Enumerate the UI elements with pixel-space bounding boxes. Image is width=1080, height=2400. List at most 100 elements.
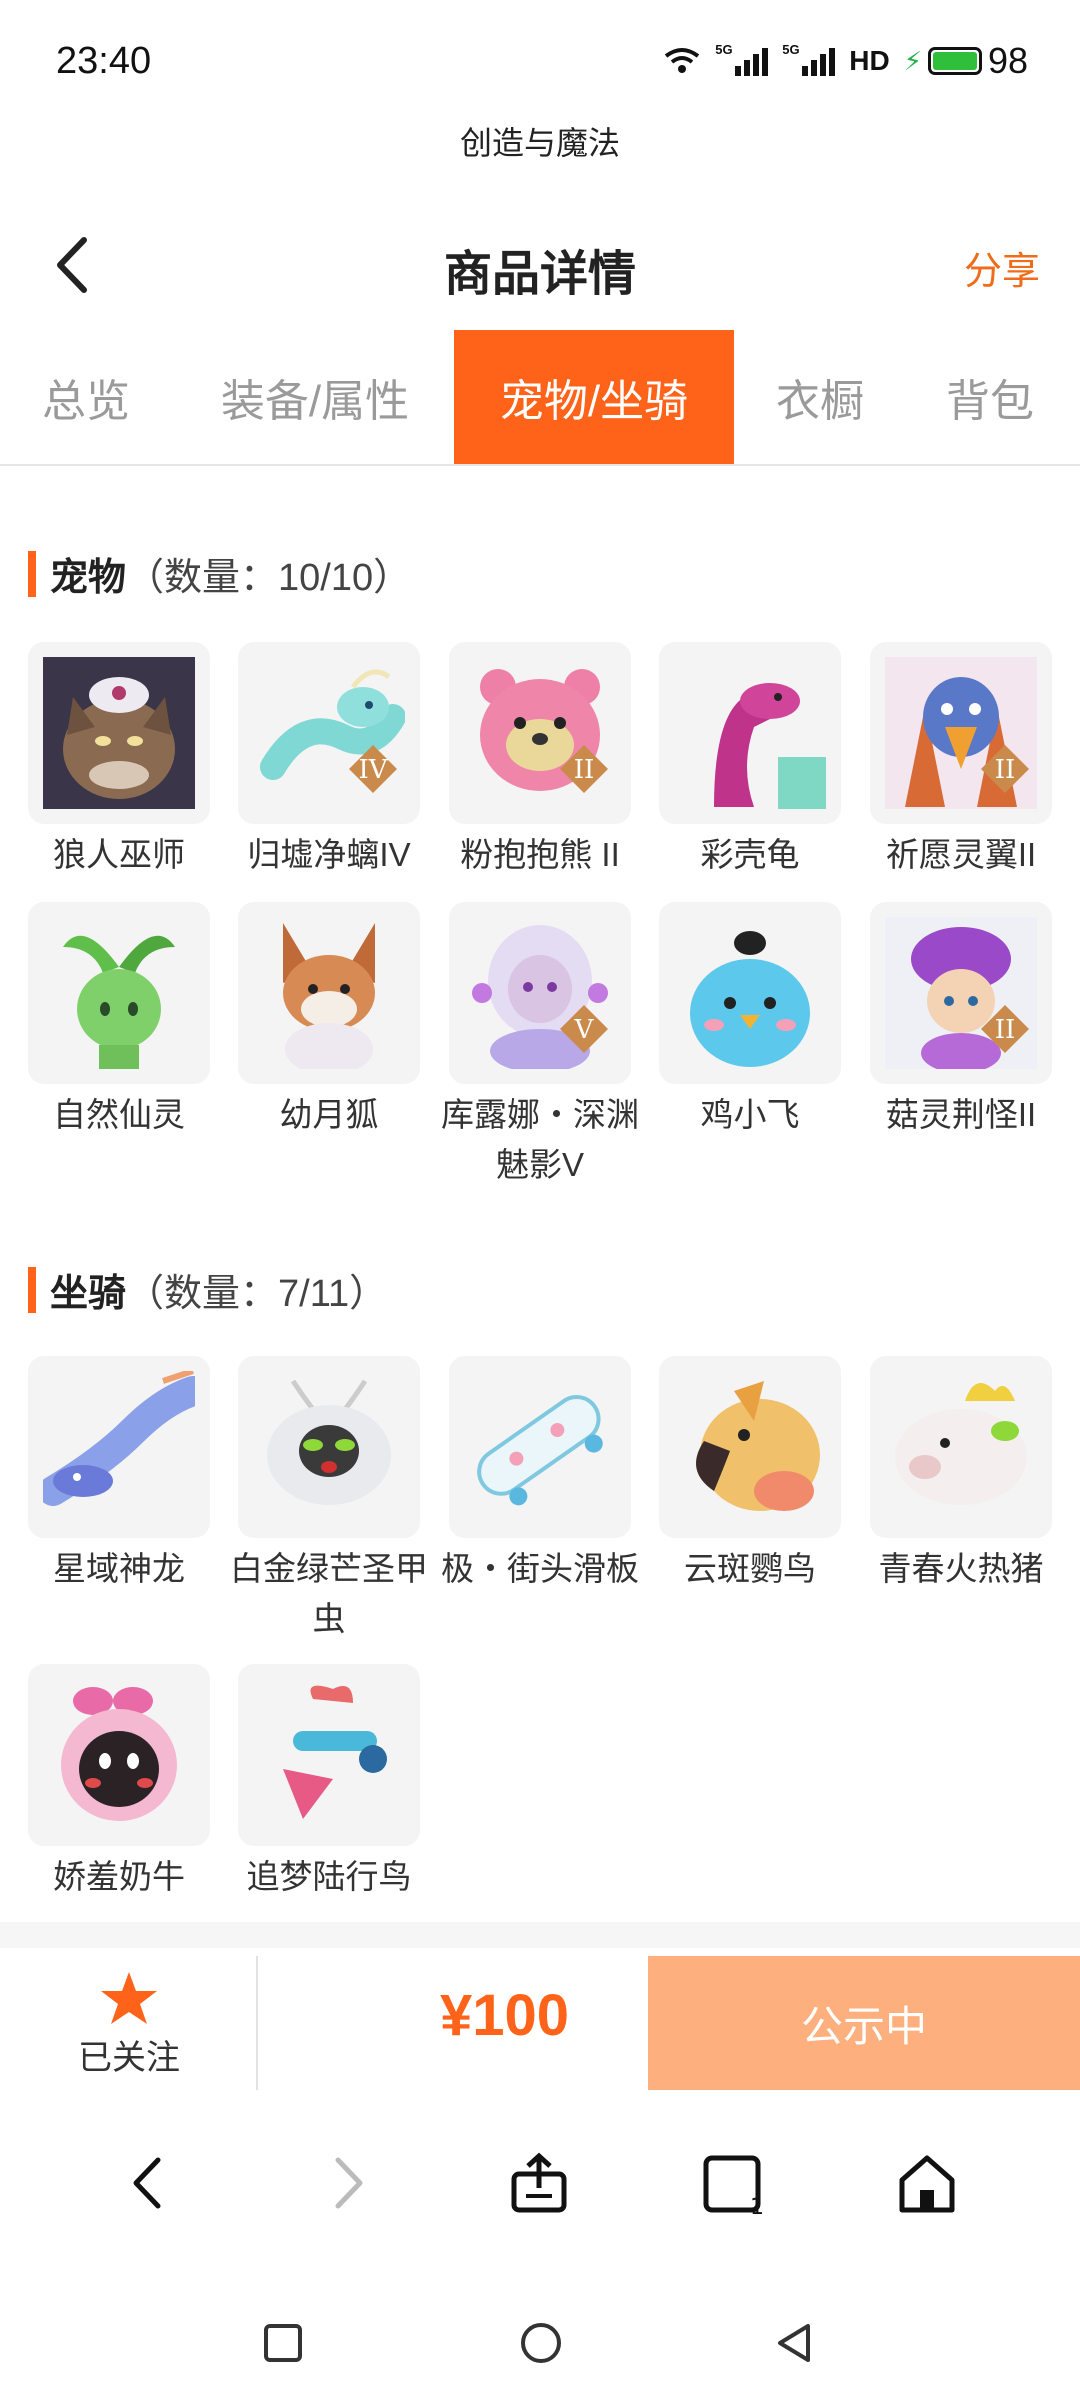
pet-thumbnail: IV xyxy=(238,642,420,824)
pet-item[interactable]: 自然仙灵 xyxy=(14,902,224,1140)
pet-item[interactable]: 狼人巫师 xyxy=(14,642,224,880)
header: 商品详情 分享 xyxy=(0,200,1080,330)
dream-bird-icon xyxy=(283,1685,387,1819)
pink-bear-icon: II xyxy=(480,669,608,793)
square-icon xyxy=(264,2324,302,2362)
share-button[interactable]: 分享 xyxy=(964,240,1040,295)
mount-name: 白金绿芒圣甲虫 xyxy=(230,1550,428,1637)
tab-wardrobe[interactable]: 衣橱 xyxy=(745,330,895,464)
bottom-action-bar: 已关注 ¥100 公示中 xyxy=(0,1956,1080,2090)
skateboard-icon xyxy=(477,1394,603,1506)
mount-thumbnail xyxy=(238,1664,420,1846)
triangle-back-icon xyxy=(778,2324,810,2362)
chevron-left-icon xyxy=(57,237,87,293)
browser-share-button[interactable] xyxy=(504,2148,574,2218)
browser-tabs-button[interactable]: 1 xyxy=(698,2148,768,2220)
svg-text:II: II xyxy=(995,1015,1016,1045)
signal-icon-2: 5G xyxy=(782,42,836,76)
section-count: （数量：7/11） xyxy=(126,1273,388,1315)
system-nav-bar xyxy=(0,2300,1080,2400)
mount-item[interactable]: 白金绿芒圣甲虫 xyxy=(224,1356,434,1644)
mount-name: 娇羞奶牛 xyxy=(53,1858,185,1895)
mount-item[interactable]: 云斑鹦鸟 xyxy=(645,1356,855,1594)
moon-fox-icon xyxy=(283,923,375,1069)
pet-item[interactable]: V 库露娜・深渊魅影V xyxy=(435,902,645,1190)
star-icon xyxy=(101,1972,157,2024)
mount-item[interactable]: 追梦陆行鸟 xyxy=(224,1664,434,1902)
home-nav-button[interactable] xyxy=(516,2318,566,2368)
pet-item[interactable]: II 祈愿灵翼II xyxy=(856,642,1066,880)
pet-thumbnail: II xyxy=(449,642,631,824)
cloud-parrot-icon xyxy=(696,1381,820,1511)
price: ¥100 xyxy=(440,1983,570,2048)
mount-item[interactable]: 青春火热猪 xyxy=(856,1356,1066,1594)
tab-bar: 总览 装备/属性 宠物/坐骑 衣橱 背包 xyxy=(0,330,1080,466)
browser-nav-bar: 1 xyxy=(0,2110,1080,2250)
nature-sprite-icon xyxy=(63,935,175,1069)
mount-name: 追梦陆行鸟 xyxy=(246,1858,412,1895)
battery-indicator: ⚡ 98 xyxy=(904,40,1028,82)
pet-thumbnail xyxy=(659,642,841,824)
tab-backpack[interactable]: 背包 xyxy=(915,330,1065,464)
mount-item[interactable]: 娇羞奶牛 xyxy=(14,1664,224,1902)
mount-item[interactable]: 星域神龙 xyxy=(14,1356,224,1594)
mount-thumbnail xyxy=(28,1356,210,1538)
tab-pets-mounts[interactable]: 宠物/坐骑 xyxy=(454,330,734,464)
mount-name: 云斑鹦鸟 xyxy=(684,1550,816,1587)
section-accent-bar xyxy=(28,550,36,597)
browser-forward-button[interactable] xyxy=(312,2148,382,2218)
pet-name: 菇灵荆怪II xyxy=(885,1096,1037,1133)
section-name: 坐骑 xyxy=(50,1273,127,1315)
battery-icon xyxy=(927,47,982,75)
mount-name: 青春火热猪 xyxy=(878,1550,1044,1587)
svg-text:V: V xyxy=(574,1015,595,1045)
pet-thumbnail: II xyxy=(870,902,1052,1084)
back-nav-button[interactable] xyxy=(770,2318,820,2368)
signal-icon: 5G xyxy=(715,42,769,76)
pet-thumbnail: II xyxy=(870,642,1052,824)
wifi-icon xyxy=(665,48,700,73)
circle-icon xyxy=(521,2323,561,2363)
pet-name: 祈愿灵翼II xyxy=(885,836,1037,873)
battery-level: 98 xyxy=(987,40,1028,81)
pet-item[interactable]: 鸡小飞 xyxy=(645,902,855,1140)
pet-name: 自然仙灵 xyxy=(53,1096,185,1133)
tab-overview[interactable]: 总览 xyxy=(0,330,172,464)
mount-item[interactable]: 极・街头滑板 xyxy=(435,1356,645,1594)
home-icon xyxy=(899,2155,955,2213)
abyss-girl-icon: V xyxy=(472,925,608,1069)
status-time: 23:40 xyxy=(56,40,152,82)
page-title: 商品详情 xyxy=(443,248,636,301)
star-dragon-icon xyxy=(43,1371,195,1506)
pet-thumbnail xyxy=(659,902,841,1084)
hd-icon: HD xyxy=(849,45,890,76)
follow-button[interactable]: 已关注 xyxy=(0,1956,258,2090)
status-bar: 23:40 5G 5G HD ⚡ 98 xyxy=(0,0,1080,120)
recent-apps-button[interactable] xyxy=(258,2318,308,2368)
browser-back-button[interactable] xyxy=(114,2148,184,2218)
wish-bird-icon: II xyxy=(885,657,1037,809)
pet-name: 库露娜・深渊魅影V xyxy=(441,1096,639,1183)
browser-home-button[interactable] xyxy=(892,2148,962,2218)
back-button[interactable] xyxy=(44,230,104,300)
status-button[interactable]: 公示中 xyxy=(648,1956,1080,2090)
section-accent-bar xyxy=(28,1266,36,1313)
mounts-section-title: 坐骑 （数量：7/11） xyxy=(28,1262,387,1317)
pet-name: 鸡小飞 xyxy=(700,1096,800,1133)
pet-name: 彩壳龟 xyxy=(700,836,800,873)
pet-item[interactable]: II 菇灵荆怪II xyxy=(856,902,1066,1140)
pet-item[interactable]: 彩壳龟 xyxy=(645,642,855,880)
mount-thumbnail xyxy=(870,1356,1052,1538)
pet-thumbnail xyxy=(238,902,420,1084)
shy-cow-icon xyxy=(61,1687,177,1821)
chevron-left-icon xyxy=(133,2157,161,2209)
tab-equipment[interactable]: 装备/属性 xyxy=(190,330,440,464)
mushroom-elf-icon: II xyxy=(885,917,1037,1069)
pet-name: 幼月狐 xyxy=(279,1096,379,1133)
pet-item[interactable]: 幼月狐 xyxy=(224,902,434,1140)
pet-item[interactable]: IV 归墟净螭IV xyxy=(224,642,434,880)
werewolf-wizard-icon xyxy=(43,657,195,809)
pet-item[interactable]: II 粉抱抱熊 II xyxy=(435,642,645,880)
tabs-icon: 1 xyxy=(703,2155,764,2220)
pet-thumbnail: V xyxy=(449,902,631,1084)
